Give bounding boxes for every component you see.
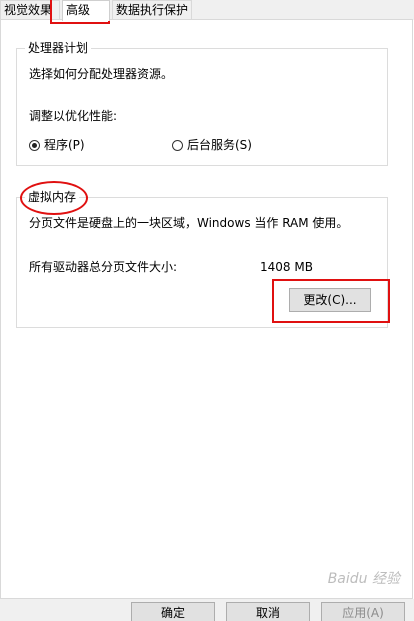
- change-virtual-memory-button[interactable]: 更改(C)...: [289, 288, 371, 312]
- tab-advanced[interactable]: 高级: [62, 0, 110, 21]
- tab-visual-effects[interactable]: 视觉效果: [0, 0, 60, 19]
- radio-programs[interactable]: 程序(P): [29, 137, 85, 153]
- radio-programs-indicator[interactable]: [29, 139, 40, 151]
- virtual-memory-description: 分页文件是硬盘上的一块区域，Windows 当作 RAM 使用。: [29, 216, 349, 230]
- virtual-memory-title: 虚拟内存: [25, 189, 80, 205]
- radio-background-label: 后台服务(S): [187, 138, 252, 152]
- radio-programs-label: 程序(P): [44, 138, 85, 152]
- baidu-jingyan-watermark: Baidu 经验: [327, 571, 400, 587]
- total-paging-value: 1408 MB: [260, 260, 313, 274]
- radio-background-indicator[interactable]: [172, 139, 183, 151]
- tab-data-execution-prevention[interactable]: 数据执行保护: [112, 0, 192, 19]
- apply-button[interactable]: 应用(A): [321, 602, 405, 621]
- processor-scheduling-title: 处理器计划: [25, 40, 92, 56]
- performance-options-dialog: 视觉效果 高级 数据执行保护 处理器计划 选择如何分配处理器资源。 调整以优化性…: [0, 0, 414, 621]
- adjust-performance-label: 调整以优化性能:: [29, 109, 118, 123]
- radio-background-services[interactable]: 后台服务(S): [172, 137, 252, 153]
- ok-button[interactable]: 确定: [131, 602, 215, 621]
- processor-description: 选择如何分配处理器资源。: [29, 67, 174, 81]
- total-paging-label: 所有驱动器总分页文件大小:: [29, 260, 178, 274]
- cancel-button[interactable]: 取消: [226, 602, 310, 621]
- tab-strip: 视觉效果 高级 数据执行保护: [0, 0, 414, 21]
